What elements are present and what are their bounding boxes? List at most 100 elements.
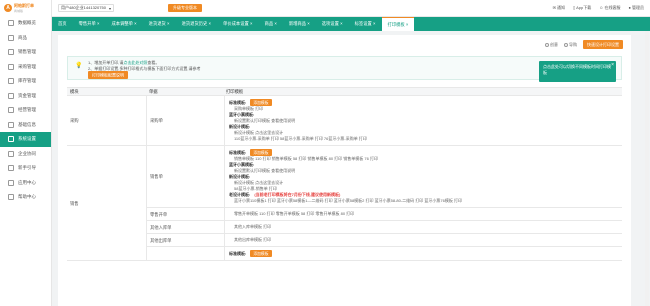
template-line[interactable]: 其他入库单模板 打印 — [229, 224, 618, 230]
sidebar-item[interactable]: 商品 — [0, 31, 51, 46]
doc-label: 其他出库单 — [150, 237, 172, 243]
module-label: 销售 — [70, 200, 79, 206]
dashboard-icon — [8, 20, 14, 27]
doc-label: 销售单 — [150, 174, 163, 179]
sidebar-item-label: 系统设置 — [18, 136, 36, 142]
stock-icon — [8, 78, 14, 85]
sidebar-item-label: 数据概览 — [18, 20, 36, 26]
logo-icon: A — [4, 4, 12, 12]
template-guide-button[interactable]: 打印模板配置说明 — [88, 70, 128, 79]
chevron-down-icon: ▾ — [108, 5, 111, 11]
doc-label: 其他入库单 — [150, 224, 172, 230]
sidebar-item-label: 应用中心 — [18, 179, 36, 185]
template-line[interactable]: 其他出库单模板 打印 — [229, 237, 618, 243]
template-line[interactable]: 110蓝牙小票-采购单 打印 58蓝牙小票-采购单 打印 76蓝牙小票-采购单 … — [229, 136, 618, 142]
tab-item[interactable]: 零售开单 × — [73, 17, 106, 31]
sidebar-item-label: 销售管理 — [18, 49, 36, 55]
scrollbar[interactable] — [645, 31, 649, 306]
tab-item[interactable]: 选项设置 × — [316, 17, 349, 31]
tab-item[interactable]: 成本调整单 × — [105, 17, 142, 31]
sidebar-item[interactable]: 资金管理 — [0, 89, 51, 104]
topbar: 用户480企业1441320750 ▾ 升级专业版本 ✉ 通知 ▯ App下载 … — [52, 0, 650, 17]
sidebar-item[interactable]: 经营管理 — [0, 103, 51, 118]
purchase-icon — [8, 63, 14, 70]
sales-icon — [8, 49, 14, 56]
sidebar-item-label: 帮助中心 — [18, 194, 36, 200]
table-row: 销售单 标准模板: 添加模板 销售单模板 110 打印 销售单模板 58 打印 销售单… — [146, 146, 622, 208]
sidebar-item[interactable]: 销售管理 — [0, 45, 51, 60]
quick-design-button[interactable]: 快速设计打印设置 — [583, 40, 623, 49]
tab-item[interactable]: 进货退货 × — [143, 17, 176, 31]
block-title-text: 标准模板: — [229, 99, 247, 105]
shop-select[interactable]: 用户480企业1441320750 ▾ — [58, 4, 114, 12]
sidebar: A 阿帕斯打单 商城版 数据概览商品销售管理采购管理库存管理资金管理经营管理基础… — [0, 0, 52, 306]
sidebar-item[interactable]: 系统设置 — [0, 132, 51, 147]
tab-item[interactable]: 首页 — [52, 17, 73, 31]
sidebar-item-label: 库存管理 — [18, 78, 36, 84]
goods-icon — [8, 34, 14, 41]
sidebar-item-label: 新手引导 — [18, 165, 36, 171]
close-icon[interactable]: × — [611, 62, 614, 68]
apps-icon — [8, 179, 14, 186]
sidebar-item-label: 基础信息 — [18, 121, 36, 127]
sidebar-item[interactable]: 新手引导 — [0, 161, 51, 176]
tab-item[interactable]: 标签设置 × — [349, 17, 382, 31]
template-cell: 标准模板: 添加模板 — [224, 247, 622, 260]
add-template-button[interactable]: 添加模板 — [250, 250, 272, 257]
table-group: 销售 销售单 标准模板: 添加模板 销售单模板 110 打印 销售单模板 58 打印 销… — [67, 146, 622, 261]
help-icon — [8, 194, 14, 201]
online-service-link[interactable]: ☺ 在线客服 — [599, 5, 620, 11]
template-line[interactable]: 蓝牙小票110模板1 打印 蓝牙小票58模板1—二维码 打印 蓝牙小票58模板2… — [229, 198, 618, 204]
table-row: 零售开单 零售开单模板 110 打印 零售开单模板 58 打印 零售开单模板 80… — [146, 208, 622, 221]
sidebar-item[interactable]: 应用中心 — [0, 176, 51, 191]
tab-item[interactable]: 单价成本设置 × — [217, 17, 258, 31]
user-menu[interactable]: ● 管理员 — [628, 5, 644, 11]
block-title-text: 标准模板: — [229, 250, 247, 256]
template-cell: 标准模板: 添加模板 采购单模板 打印 蓝牙小票模板: 新设置默认打印模板 查看使用说明… — [224, 96, 622, 145]
table-row: 其他出库单 其他出库单模板 打印 — [146, 234, 622, 247]
tab-item[interactable]: 进货退货历史 × — [176, 17, 217, 31]
sidebar-item-label: 企业协同 — [18, 150, 36, 156]
doc-label: 采购单 — [150, 117, 163, 123]
money-icon — [8, 92, 14, 99]
add-template-button[interactable]: 添加模板 — [250, 99, 272, 106]
table-row: 标准模板: 添加模板 — [146, 247, 622, 260]
sidebar-item[interactable]: 采购管理 — [0, 60, 51, 75]
bulb-icon: 💡 — [75, 63, 83, 69]
table-group: 采购 采购单 标准模板: 添加模板 采购单模板 打印 蓝牙小票模板: 新设置默认打印模板 查… — [67, 96, 622, 146]
add-template-button[interactable]: 添加模板 — [250, 149, 272, 156]
block-title: 标准模板: 添加模板 — [229, 99, 618, 106]
settings-icon — [8, 136, 14, 143]
tab-item[interactable]: 新增商品 × — [283, 17, 316, 31]
sidebar-item[interactable]: 基础信息 — [0, 118, 51, 133]
sidebar-item-label: 商品 — [18, 34, 27, 40]
sidebar-item[interactable]: 库存管理 — [0, 74, 51, 89]
sidebar-item[interactable]: 数据概览 — [0, 16, 51, 31]
table-row: 其他入库单 其他入库单模板 打印 — [146, 221, 622, 234]
tab-item[interactable]: 打印模板 × — [381, 17, 415, 31]
block-title: 标准模板: 添加模板 — [229, 149, 618, 156]
upgrade-button[interactable]: 升级专业版本 — [168, 4, 202, 12]
notice-link[interactable]: 点击此处对照 — [123, 60, 147, 65]
sidebar-item[interactable]: 企业协同 — [0, 147, 51, 162]
info-icon — [8, 121, 14, 128]
template-cell: 其他出库单模板 打印 — [224, 234, 622, 246]
sidebar-item[interactable]: 帮助中心 — [0, 190, 51, 205]
radio-option-1[interactable]: 创意 — [545, 42, 558, 48]
template-line[interactable]: 零售开单模板 110 打印 零售开单模板 58 打印 零售开单模板 80 打印 — [229, 211, 618, 217]
template-cell: 标准模板: 添加模板 销售单模板 110 打印 销售单模板 58 打印 销售单模板 … — [224, 146, 622, 207]
table-row: 采购单 标准模板: 添加模板 采购单模板 打印 蓝牙小票模板: 新设置默认打印模板 查看使… — [146, 96, 622, 145]
app-download-link[interactable]: ▯ App下载 — [573, 5, 591, 11]
team-icon — [8, 150, 14, 157]
notice-link[interactable]: ✉ 通知 — [553, 5, 565, 11]
sidebar-item-label: 经营管理 — [18, 107, 36, 113]
template-table: 模块 单据 打印模板 采购 采购单 标准模板: 添加模板 采购单模板 打印 蓝牙小票模板:… — [67, 87, 622, 261]
radio-option-2[interactable]: 导购 — [564, 42, 577, 48]
module-label: 采购 — [70, 118, 79, 123]
tab-item[interactable]: 商品 × — [259, 17, 283, 31]
guide-icon — [8, 165, 14, 172]
toolbar: 创意 导购 快速设计打印设置 — [545, 40, 623, 49]
template-cell: 零售开单模板 110 打印 零售开单模板 58 打印 零售开单模板 80 打印 — [224, 208, 622, 220]
table-header: 模块 单据 打印模板 — [67, 88, 622, 96]
logo[interactable]: A 阿帕斯打单 商城版 — [0, 0, 51, 16]
